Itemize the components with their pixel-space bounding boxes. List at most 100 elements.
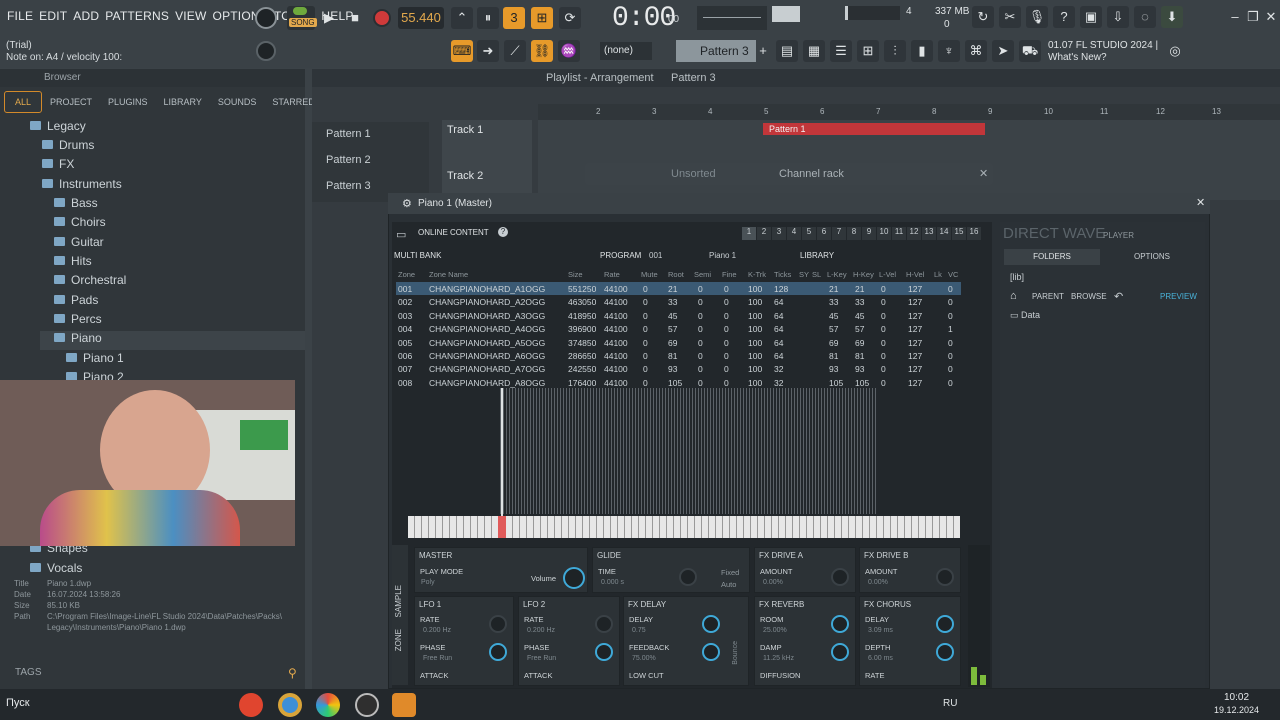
plugin-picker-icon[interactable]: ♆: [938, 40, 960, 62]
tree-item-choirs[interactable]: Choirs: [54, 215, 106, 234]
export-icon[interactable]: ⇩: [1107, 6, 1129, 28]
program-slot[interactable]: 8: [847, 227, 861, 240]
language-indicator[interactable]: RU: [943, 698, 957, 709]
table-row[interactable]: 006 CHANGPIANOHARD_A6OGG 286650 44100 0 81 0 0 1…: [396, 349, 961, 362]
tab-project[interactable]: PROJECT: [42, 91, 100, 113]
snap-icon[interactable]: ⟋: [504, 40, 526, 62]
undo-icon[interactable]: ↶: [1114, 290, 1123, 303]
tab-all[interactable]: ALL: [4, 91, 43, 113]
shop-icon[interactable]: ⛟: [1019, 40, 1041, 62]
song-mode-toggle[interactable]: SONG: [287, 6, 317, 30]
yandex-icon[interactable]: [239, 693, 263, 717]
pitch-knob[interactable]: [256, 41, 276, 61]
drive-b-knob[interactable]: [936, 568, 954, 586]
fl-studio-icon[interactable]: [392, 693, 416, 717]
metronome-icon[interactable]: ⌃: [451, 7, 473, 29]
tree-item-legacy[interactable]: Legacy: [30, 119, 86, 138]
tab-plugins[interactable]: PLUGINS: [100, 91, 156, 113]
glide-time-knob[interactable]: [679, 568, 697, 586]
piano-roll-icon[interactable]: ▦: [803, 40, 825, 62]
menu-patterns[interactable]: PATTERNS: [102, 9, 172, 23]
close-icon[interactable]: ✕: [979, 167, 988, 180]
pattern-item[interactable]: Pattern 2: [316, 148, 426, 170]
room-knob[interactable]: [831, 615, 849, 633]
tree-item-orchestral[interactable]: Orchestral: [54, 273, 126, 292]
news-panel[interactable]: 01.07 FL STUDIO 2024 | What's New?: [1048, 40, 1158, 64]
program-slot[interactable]: 9: [862, 227, 876, 240]
tempo-display[interactable]: 55.440: [398, 7, 444, 29]
feedback-knob[interactable]: [702, 643, 720, 661]
channel-rack-icon[interactable]: ⊞: [857, 40, 879, 62]
undo-history-icon[interactable]: ↻: [972, 6, 994, 28]
playlist-icon[interactable]: ▤: [776, 40, 798, 62]
program-slot[interactable]: 6: [817, 227, 831, 240]
download-icon[interactable]: ⬇: [1161, 6, 1183, 28]
lfo2-phase-knob[interactable]: [595, 643, 613, 661]
pattern-clip[interactable]: Pattern 1: [763, 123, 985, 135]
stop-icon[interactable]: ■: [344, 7, 366, 29]
stamp-icon[interactable]: ♒: [558, 40, 580, 62]
plugin-database-icon[interactable]: ▮: [911, 40, 933, 62]
preview-button[interactable]: PREVIEW: [1160, 292, 1197, 301]
chorus-delay-knob[interactable]: [936, 615, 954, 633]
tree-item-instruments[interactable]: Instruments: [42, 177, 122, 196]
program-slot[interactable]: 7: [832, 227, 846, 240]
link-icon[interactable]: ⛓: [531, 40, 553, 62]
table-row[interactable]: 005 CHANGPIANOHARD_A5OGG 374850 44100 0 69 0 0 1…: [396, 336, 961, 349]
folder-icon[interactable]: ▭: [396, 228, 406, 241]
program-slot[interactable]: 14: [937, 227, 951, 240]
countdown-icon[interactable]: 3: [503, 7, 525, 29]
gear-icon[interactable]: ⚙: [402, 197, 412, 210]
clock-date[interactable]: 19.12.2024: [1214, 705, 1259, 715]
playlist-ruler[interactable]: 2 3 4 5 6 7 8 9 10 11 12 13: [538, 104, 1280, 120]
lfo2-rate-knob[interactable]: [595, 615, 613, 633]
folders-tab[interactable]: FOLDERS: [1004, 249, 1100, 265]
touch-keyboard-icon[interactable]: ⌘: [965, 40, 987, 62]
obs-icon[interactable]: [355, 693, 379, 717]
parent-button[interactable]: PARENT: [1032, 292, 1064, 301]
loop-record-icon[interactable]: ⟳: [559, 7, 581, 29]
typing-keyboard-icon[interactable]: ⌨: [451, 40, 473, 62]
playmode-select[interactable]: Poly: [421, 579, 435, 586]
channel-rack-bar[interactable]: Unsorted Channel rack ✕: [585, 163, 993, 185]
help-icon[interactable]: ?: [498, 227, 508, 237]
program-slot[interactable]: 10: [877, 227, 891, 240]
mixer-icon[interactable]: ☰: [830, 40, 852, 62]
tree-item-pads[interactable]: Pads: [54, 293, 98, 312]
waveform-display[interactable]: [500, 388, 878, 514]
volume-knob[interactable]: [563, 567, 585, 589]
play-icon[interactable]: ▶: [318, 7, 340, 29]
pattern-none-select[interactable]: (none): [600, 42, 652, 60]
tab-library[interactable]: LIBRARY: [156, 91, 210, 113]
online-content-button[interactable]: ONLINE CONTENT: [418, 228, 489, 237]
table-row[interactable]: 004 CHANGPIANOHARD_A4OGG 396900 44100 0 57 0 0 1…: [396, 322, 961, 335]
menu-file[interactable]: FILE: [4, 9, 36, 23]
table-row[interactable]: 002 CHANGPIANOHARD_A2OGG 463050 44100 0 33 0 0 1…: [396, 295, 961, 308]
program-slot[interactable]: 16: [967, 227, 981, 240]
glide-auto-radio[interactable]: Auto: [721, 580, 736, 589]
tree-item-guitar[interactable]: Guitar: [54, 235, 104, 254]
save-icon[interactable]: ▣: [1080, 6, 1102, 28]
wait-input-icon[interactable]: ⏸: [477, 7, 499, 29]
microphone-icon[interactable]: 🎙: [1026, 6, 1048, 28]
program-name[interactable]: Piano 1: [709, 251, 736, 260]
home-icon[interactable]: ⌂: [1010, 290, 1017, 302]
start-button[interactable]: Пуск: [6, 697, 30, 709]
program-slot[interactable]: 13: [922, 227, 936, 240]
arrow-forward-icon[interactable]: ➤: [992, 40, 1014, 62]
chorus-depth-knob[interactable]: [936, 643, 954, 661]
browser-icon[interactable]: ⫶: [884, 40, 906, 62]
lfo1-phase-knob[interactable]: [489, 643, 507, 661]
search-icon[interactable]: ⚲: [288, 666, 297, 680]
options-tab[interactable]: OPTIONS: [1104, 249, 1200, 265]
program-slot[interactable]: 11: [892, 227, 906, 240]
online-icon[interactable]: ◎: [1164, 40, 1186, 62]
tree-item-piano[interactable]: Piano: [40, 331, 305, 350]
arrow-tool-icon[interactable]: ➜: [477, 40, 499, 62]
delay-knob[interactable]: [702, 615, 720, 633]
keyboard-strip[interactable]: [408, 516, 960, 538]
table-row[interactable]: 001 CHANGPIANOHARD_A1OGG 551250 44100 0 21 0 0 1…: [396, 282, 961, 295]
track-label[interactable]: Track 2: [447, 170, 483, 182]
program-slot[interactable]: 3: [772, 227, 786, 240]
glide-fixed-radio[interactable]: Fixed: [721, 568, 739, 577]
